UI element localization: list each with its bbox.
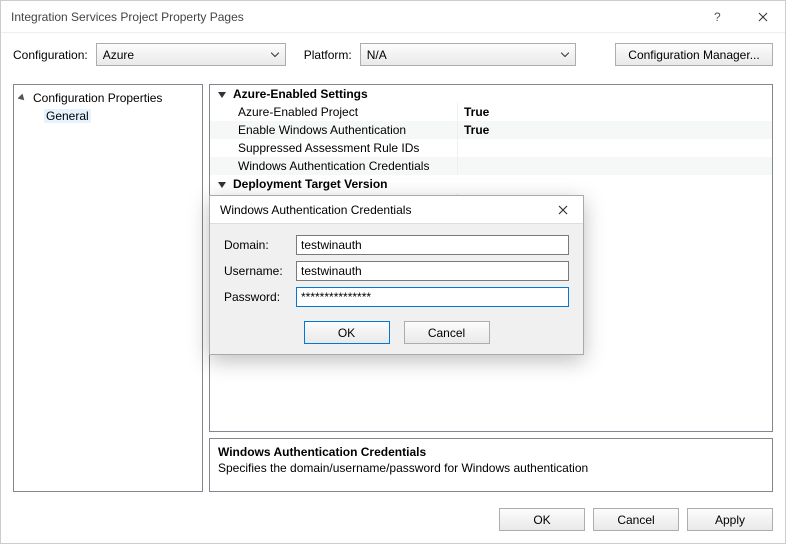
titlebar: Integration Services Project Property Pa…: [1, 1, 785, 33]
win-auth-credentials-dialog: Windows Authentication Credentials Domai…: [209, 195, 584, 355]
configuration-manager-button[interactable]: Configuration Manager...: [615, 43, 773, 66]
prop-row-enable-win-auth[interactable]: Enable Windows Authentication True: [210, 121, 772, 139]
tree-node-general[interactable]: General: [14, 107, 202, 125]
description-text: Specifies the domain/username/password f…: [218, 461, 764, 475]
tree-node-config-properties[interactable]: Configuration Properties: [14, 89, 202, 107]
ok-button[interactable]: OK: [499, 508, 585, 531]
config-toolbar: Configuration: Azure Platform: N/A Confi…: [1, 33, 785, 84]
prop-value[interactable]: [458, 157, 772, 175]
dialog-body: Domain: Username: Password:: [210, 224, 583, 315]
prop-name: Windows Authentication Credentials: [210, 157, 458, 175]
prop-row-win-auth-credentials[interactable]: Windows Authentication Credentials: [210, 157, 772, 175]
domain-input[interactable]: [296, 235, 569, 255]
tree-label: General: [44, 109, 91, 123]
apply-button[interactable]: Apply: [687, 508, 773, 531]
help-button[interactable]: ?: [695, 1, 740, 33]
dialog-cancel-button[interactable]: Cancel: [404, 321, 490, 344]
prop-name: Enable Windows Authentication: [210, 121, 458, 139]
category-label: Deployment Target Version: [233, 177, 387, 191]
chevron-down-icon: [561, 52, 569, 57]
username-label: Username:: [224, 264, 296, 278]
configuration-combo[interactable]: Azure: [96, 43, 286, 66]
close-button[interactable]: [740, 1, 785, 33]
svg-text:?: ?: [714, 10, 721, 24]
dialog-titlebar: Windows Authentication Credentials: [210, 196, 583, 224]
username-input[interactable]: [296, 261, 569, 281]
platform-label: Platform:: [304, 48, 352, 62]
dialog-close-button[interactable]: [543, 196, 583, 224]
prop-row-azure-enabled-project[interactable]: Azure-Enabled Project True: [210, 103, 772, 121]
dialog-footer: OK Cancel: [210, 315, 583, 354]
cancel-button[interactable]: Cancel: [593, 508, 679, 531]
button-label: OK: [533, 513, 550, 527]
button-label: Cancel: [617, 513, 654, 527]
description-title: Windows Authentication Credentials: [218, 445, 764, 459]
collapse-icon[interactable]: [18, 94, 27, 103]
button-label: Apply: [715, 513, 745, 527]
prop-value[interactable]: True: [458, 103, 772, 121]
button-label: Cancel: [428, 326, 465, 340]
button-label: OK: [338, 326, 355, 340]
field-row-domain: Domain:: [224, 232, 569, 258]
category-deployment-target[interactable]: Deployment Target Version: [210, 175, 772, 193]
window-title: Integration Services Project Property Pa…: [11, 10, 695, 24]
field-row-username: Username:: [224, 258, 569, 284]
domain-label: Domain:: [224, 238, 296, 252]
configuration-value: Azure: [103, 48, 134, 62]
platform-combo[interactable]: N/A: [360, 43, 576, 66]
configuration-manager-label: Configuration Manager...: [628, 48, 759, 62]
category-azure-enabled[interactable]: Azure-Enabled Settings: [210, 85, 772, 103]
prop-name: Suppressed Assessment Rule IDs: [210, 139, 458, 157]
collapse-icon[interactable]: [218, 180, 227, 189]
platform-value: N/A: [367, 48, 387, 62]
collapse-icon[interactable]: [218, 90, 227, 99]
password-input[interactable]: [296, 287, 569, 307]
configuration-label: Configuration:: [13, 48, 88, 62]
tree-label: Configuration Properties: [31, 91, 164, 105]
config-tree[interactable]: Configuration Properties General: [13, 84, 203, 492]
chevron-down-icon: [271, 52, 279, 57]
prop-value[interactable]: True: [458, 121, 772, 139]
dialog-footer: OK Cancel Apply: [1, 500, 785, 543]
prop-row-suppressed-rules[interactable]: Suppressed Assessment Rule IDs: [210, 139, 772, 157]
dialog-title: Windows Authentication Credentials: [220, 203, 543, 217]
password-label: Password:: [224, 290, 296, 304]
description-panel: Windows Authentication Credentials Speci…: [209, 438, 773, 492]
prop-name: Azure-Enabled Project: [210, 103, 458, 121]
field-row-password: Password:: [224, 284, 569, 310]
property-pages-window: Integration Services Project Property Pa…: [0, 0, 786, 544]
dialog-ok-button[interactable]: OK: [304, 321, 390, 344]
category-label: Azure-Enabled Settings: [233, 87, 368, 101]
prop-value[interactable]: [458, 139, 772, 157]
